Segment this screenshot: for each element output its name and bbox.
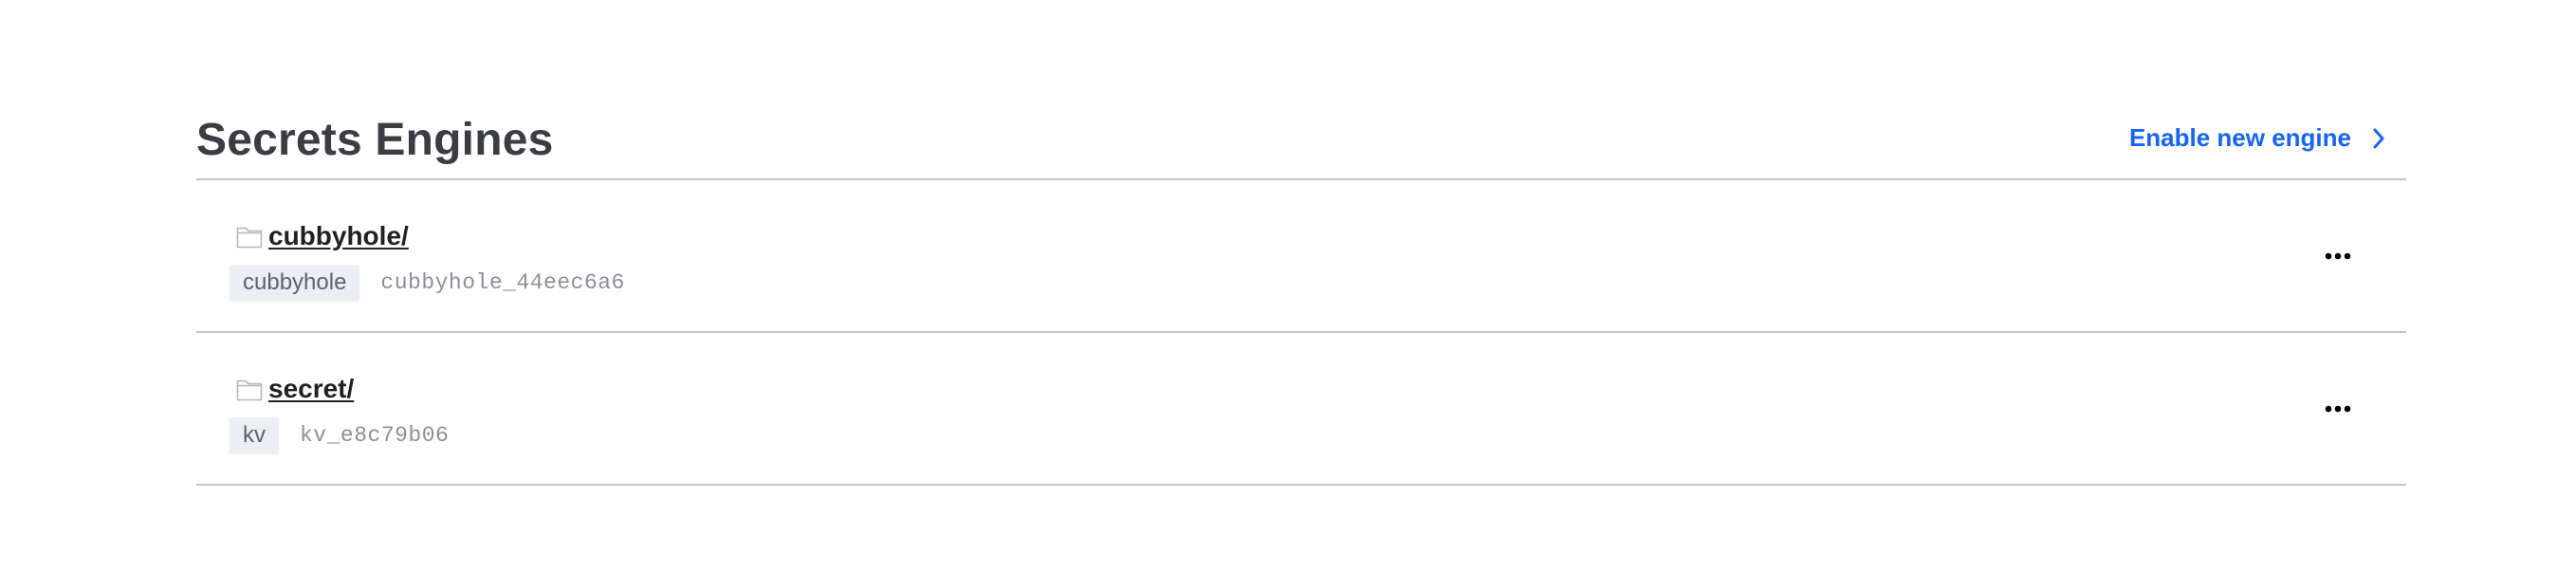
page-header: Secrets Engines Enable new engine (196, 104, 2406, 180)
engine-path-link[interactable]: secret/ (268, 373, 354, 405)
engine-meta-line: cubbyhole cubbyhole_44eec6a6 (230, 265, 625, 302)
more-horizontal-icon (2325, 400, 2351, 417)
more-options-button[interactable] (2319, 247, 2357, 266)
page-title: Secrets Engines (196, 115, 554, 165)
engine-accessor: kv_e8c79b06 (300, 423, 450, 449)
engine-type-tag: cubbyhole (230, 265, 360, 302)
enable-new-engine-link[interactable]: Enable new engine (2129, 123, 2385, 153)
folder-icon (236, 224, 263, 249)
folder-icon (236, 377, 263, 401)
enable-new-engine-label: Enable new engine (2128, 123, 2351, 152)
secrets-engines-section: Secrets Engines Enable new engine cubbyh… (196, 104, 2406, 486)
more-options-button[interactable] (2319, 399, 2357, 418)
engine-title-line: cubbyhole/ (236, 220, 409, 252)
engine-path-link[interactable]: cubbyhole/ (268, 220, 409, 252)
engine-row-cubbyhole[interactable]: cubbyhole/ cubbyhole cubbyhole_44eec6a6 (196, 180, 2406, 333)
chevron-right-icon (2372, 128, 2385, 149)
engine-title-line: secret/ (236, 373, 354, 405)
engine-meta-line: kv kv_e8c79b06 (230, 417, 449, 454)
engine-type-tag: kv (230, 417, 279, 454)
more-horizontal-icon (2325, 248, 2351, 265)
engine-row-secret[interactable]: secret/ kv kv_e8c79b06 (196, 333, 2406, 486)
engine-accessor: cubbyhole_44eec6a6 (380, 270, 625, 296)
